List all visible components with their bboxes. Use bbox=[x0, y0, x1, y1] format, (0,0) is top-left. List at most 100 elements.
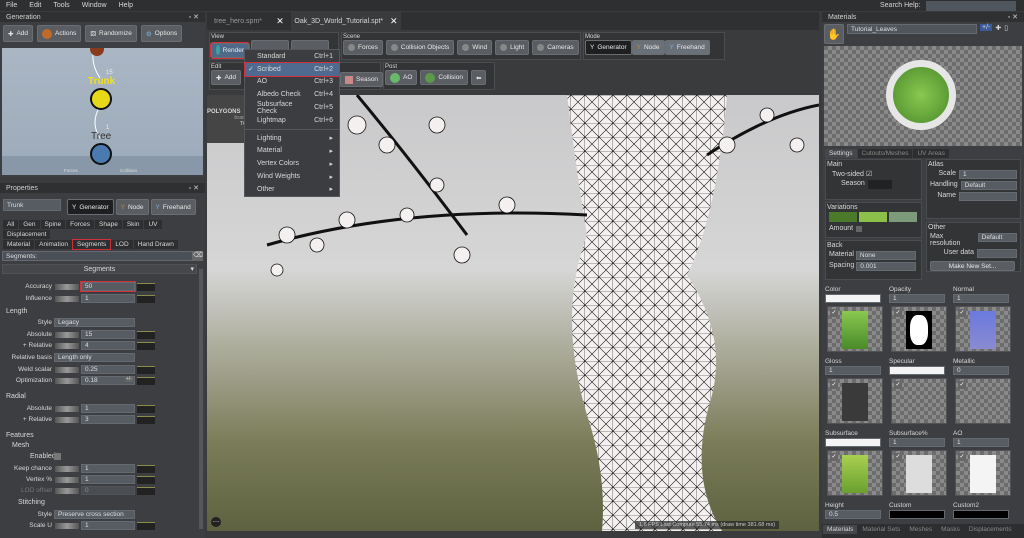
bottom-tab-material-sets[interactable]: Material Sets bbox=[858, 525, 905, 534]
handling-dropdown[interactable]: Default bbox=[960, 181, 1017, 190]
property-slider[interactable] bbox=[55, 367, 79, 373]
add-button[interactable]: ✚ Add bbox=[3, 25, 34, 42]
map-texture-slot[interactable]: ✓ bbox=[891, 450, 947, 496]
tab-spine[interactable]: Spine bbox=[40, 220, 66, 229]
submenu-wind-weights[interactable]: Wind Weights ▸ bbox=[245, 170, 339, 183]
toolbar-node-button[interactable]: Y Node bbox=[631, 40, 665, 55]
menu-item-lightmap[interactable]: Lightmap Ctrl+6 bbox=[245, 114, 339, 127]
map-value-field[interactable]: 1 bbox=[953, 438, 1009, 447]
menu-item-albedo-check[interactable]: Albedo Check Ctrl+4 bbox=[245, 88, 339, 101]
property-slider[interactable] bbox=[55, 296, 79, 302]
property-value-field[interactable]: 1 bbox=[81, 475, 135, 484]
atlas-scale-field[interactable]: 1 bbox=[959, 170, 1017, 179]
tab-oak-tutorial[interactable]: Oak_3D_World_Tutorial.spt* ✕ bbox=[291, 12, 401, 30]
property-slider[interactable] bbox=[55, 523, 79, 529]
check-icon[interactable]: ✓ bbox=[830, 381, 838, 389]
clear-filter-icon[interactable]: ⌫ bbox=[193, 251, 203, 261]
mode-node-button[interactable]: Y Node bbox=[115, 199, 149, 215]
generation-graph[interactable]: 15 Trunk 1 Tree Forces Collision bbox=[2, 48, 203, 175]
map-color-swatch[interactable] bbox=[825, 294, 881, 303]
variation-swatch[interactable] bbox=[829, 212, 857, 222]
map-texture-slot[interactable]: ✓ bbox=[827, 306, 883, 352]
map-color-swatch[interactable] bbox=[889, 510, 945, 519]
bottom-tab-meshes[interactable]: Meshes bbox=[905, 525, 937, 534]
curve-editor-button[interactable] bbox=[137, 487, 155, 495]
tab-uv-areas[interactable]: UV Areas bbox=[913, 149, 949, 158]
check-icon[interactable]: ✓ bbox=[894, 309, 902, 317]
atlas-name-field[interactable] bbox=[959, 192, 1017, 201]
bottom-tab-materials[interactable]: Materials bbox=[823, 525, 858, 534]
menu-file[interactable]: File bbox=[6, 2, 17, 9]
enabled-checkbox[interactable] bbox=[54, 453, 61, 460]
tab-skin[interactable]: Skin bbox=[122, 220, 144, 229]
close-tab-icon[interactable]: ✕ bbox=[276, 16, 284, 27]
plus-minus-button[interactable]: +/- bbox=[980, 24, 993, 31]
property-dropdown[interactable]: Preserve cross section bbox=[54, 510, 135, 519]
tab-forces[interactable]: Forces bbox=[66, 220, 95, 229]
check-icon[interactable]: ✓ bbox=[958, 453, 966, 461]
material-dropdown[interactable]: Tutorial_Leaves bbox=[847, 24, 977, 34]
toolbar-generator-button[interactable]: Y Generator bbox=[585, 40, 632, 55]
curve-editor-button[interactable] bbox=[137, 522, 155, 530]
plus-minus-button[interactable]: +/- bbox=[125, 376, 133, 382]
property-slider[interactable] bbox=[55, 488, 79, 494]
map-value-field[interactable]: 1 bbox=[889, 438, 945, 447]
menu-tools[interactable]: Tools bbox=[53, 2, 69, 9]
check-icon[interactable]: ✓ bbox=[958, 309, 966, 317]
light-button[interactable]: Light bbox=[495, 40, 530, 55]
user-data-field[interactable] bbox=[977, 249, 1017, 258]
options-button[interactable]: ⚙ Options bbox=[140, 25, 183, 42]
two-sided-checkbox[interactable]: ☑ bbox=[866, 171, 872, 178]
submenu-vertex-colors[interactable]: Vertex Colors ▸ bbox=[245, 157, 339, 170]
clipboard-icon[interactable]: ▯ bbox=[1004, 24, 1008, 32]
menu-item-standard[interactable]: Standard Ctrl+1 bbox=[245, 50, 339, 63]
spacing-field[interactable]: 0.001 bbox=[856, 262, 917, 271]
map-value-field[interactable]: 1 bbox=[953, 294, 1009, 303]
close-icon[interactable]: ▫ ✕ bbox=[1008, 13, 1018, 21]
map-texture-slot[interactable]: ✓ bbox=[955, 450, 1011, 496]
menu-window[interactable]: Window bbox=[82, 2, 107, 9]
tab-animation[interactable]: Animation bbox=[35, 240, 73, 249]
property-value-field[interactable]: 4 bbox=[81, 341, 135, 350]
property-slider[interactable] bbox=[55, 406, 79, 412]
search-help-input[interactable] bbox=[926, 0, 1017, 11]
map-texture-slot[interactable]: ✓ bbox=[827, 450, 883, 496]
check-icon[interactable]: ✓ bbox=[894, 453, 902, 461]
edit-add-button[interactable]: ✚ Add bbox=[211, 70, 242, 85]
cameras-button[interactable]: Cameras bbox=[532, 40, 579, 55]
property-value-field[interactable]: 1 bbox=[81, 521, 135, 530]
mode-freehand-button[interactable]: Y Freehand bbox=[150, 199, 196, 215]
check-icon[interactable]: ✓ bbox=[894, 381, 902, 389]
trunk-node[interactable] bbox=[90, 88, 112, 110]
map-color-swatch[interactable] bbox=[889, 366, 945, 375]
make-new-set-button[interactable]: Make New Set... bbox=[930, 261, 1015, 271]
curve-editor-button[interactable] bbox=[137, 331, 155, 339]
wind-button[interactable]: Wind bbox=[457, 40, 493, 55]
hand-tool-button[interactable]: ✋ bbox=[824, 24, 844, 44]
property-dropdown[interactable]: Legacy bbox=[54, 318, 135, 327]
tab-cutouts-meshes[interactable]: Cutouts/Meshes bbox=[857, 149, 913, 158]
tab-displacement[interactable]: Displacement bbox=[3, 230, 51, 239]
property-value-field[interactable]: 1 bbox=[81, 464, 135, 473]
property-value-field[interactable]: 1 bbox=[81, 404, 135, 413]
curve-editor-button[interactable] bbox=[137, 476, 155, 484]
map-texture-slot[interactable]: ✓ bbox=[827, 378, 883, 424]
actions-button[interactable]: Actions bbox=[37, 25, 82, 42]
menu-item-scribed[interactable]: ✓ Scribed Ctrl+2 bbox=[244, 61, 340, 77]
forces-button[interactable]: Forces bbox=[343, 40, 383, 55]
check-icon[interactable]: ✓ bbox=[830, 309, 838, 317]
back-arrow-button[interactable]: ⬅ bbox=[470, 70, 487, 85]
curve-editor-button[interactable] bbox=[137, 465, 155, 473]
mode-generator-button[interactable]: Y Generator bbox=[67, 199, 114, 215]
property-slider[interactable] bbox=[55, 378, 79, 384]
curve-editor-button[interactable] bbox=[137, 366, 155, 374]
node-name-field[interactable]: Trunk bbox=[3, 199, 61, 211]
property-slider[interactable] bbox=[55, 284, 79, 290]
property-value-field[interactable]: 0 bbox=[81, 486, 135, 495]
curve-editor-button[interactable] bbox=[137, 377, 155, 385]
collision-button[interactable]: Collision bbox=[420, 70, 468, 85]
curve-editor-button[interactable] bbox=[137, 416, 155, 424]
bottom-tab-displacements[interactable]: Displacements bbox=[964, 525, 1016, 534]
property-value-field[interactable]: 50 bbox=[80, 281, 136, 292]
tab-shape[interactable]: Shape bbox=[95, 220, 122, 229]
